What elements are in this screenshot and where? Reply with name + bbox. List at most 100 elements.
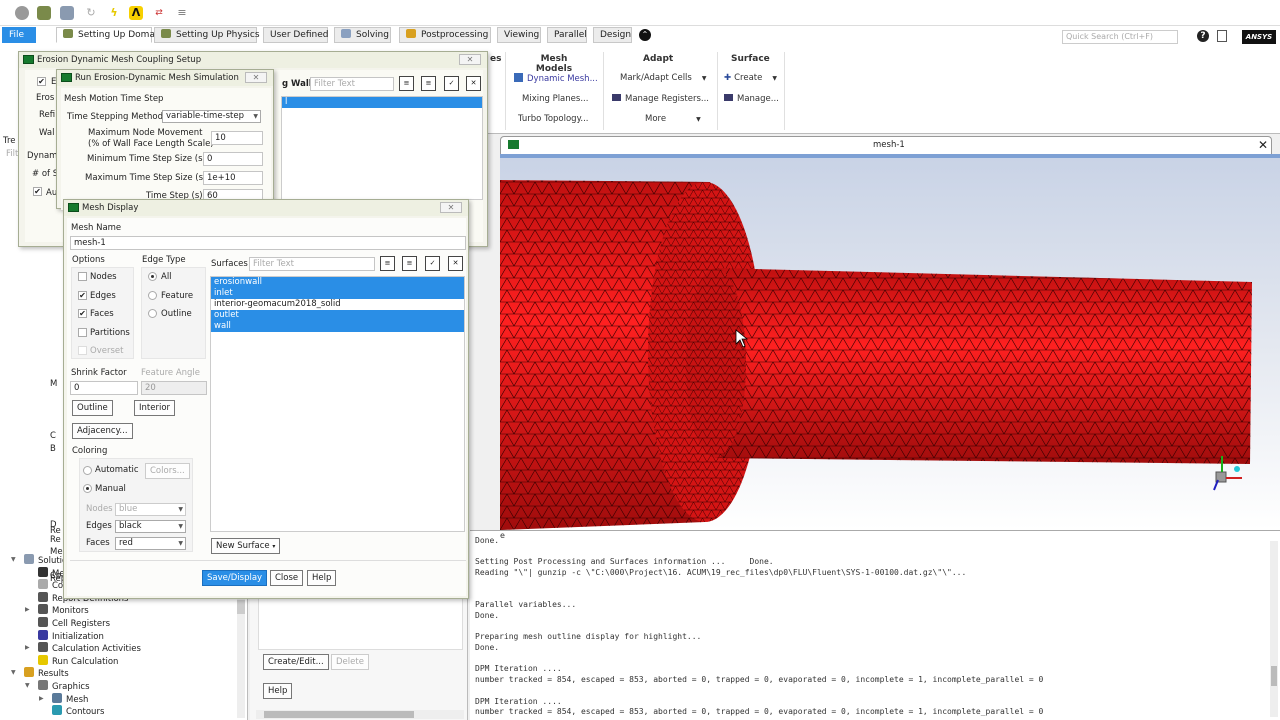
parallel-icon[interactable]: ⇄: [152, 6, 166, 20]
close-graphics-icon[interactable]: ✕: [1258, 138, 1268, 152]
edge-type-all-radio[interactable]: [148, 272, 157, 281]
tree-filter-partial[interactable]: Filt: [6, 149, 18, 159]
close-icon[interactable]: ✕: [245, 72, 267, 83]
tree-item-results[interactable]: Results: [24, 667, 69, 679]
max-node-movement-input[interactable]: 10: [211, 131, 263, 145]
lightning-icon[interactable]: ϟ: [107, 6, 121, 20]
tree-item-partial[interactable]: Me: [50, 547, 63, 557]
option-partitions-checkbox[interactable]: [78, 327, 87, 337]
graphics-tab[interactable]: mesh-1: [500, 136, 1272, 154]
manage-registers-button[interactable]: Manage Registers...: [612, 94, 709, 104]
collapse-ribbon-icon[interactable]: ⌃: [639, 29, 651, 41]
tab-design[interactable]: Design: [593, 27, 632, 43]
tree-item-run-calculation[interactable]: Run Calculation: [38, 654, 118, 667]
create-surface-button[interactable]: ✚ Create ▼: [724, 73, 777, 83]
tab-solving[interactable]: Solving: [334, 27, 391, 43]
edge-type-feature-radio[interactable]: [148, 290, 157, 300]
shrink-factor-input[interactable]: 0: [70, 381, 138, 395]
expand-arrow-icon[interactable]: ▼: [11, 669, 16, 676]
tree-item-partial[interactable]: C: [50, 431, 56, 441]
console-scrollbar[interactable]: [1270, 541, 1278, 717]
max-time-step-input[interactable]: 1e+10: [203, 171, 263, 185]
min-time-step-input[interactable]: 0: [203, 152, 263, 166]
option-edges-checkbox[interactable]: ✔: [78, 290, 87, 300]
menu-lines-icon[interactable]: ≡: [175, 6, 189, 20]
collapse-arrow-icon[interactable]: ▶: [25, 606, 30, 613]
option-faces-checkbox[interactable]: ✔: [78, 309, 87, 319]
sphere-icon[interactable]: [15, 6, 29, 20]
mesh-settings-icon[interactable]: [37, 6, 51, 20]
select-all-icon[interactable]: ✓: [425, 256, 440, 271]
tree-item-initialization[interactable]: Initialization: [38, 629, 104, 642]
console-panel[interactable]: e Done. Setting Post Processing and Surfa…: [470, 530, 1280, 720]
surface-list-item[interactable]: wall: [211, 321, 464, 332]
tree-item-partial[interactable]: Re: [50, 535, 61, 545]
tree-item-partial[interactable]: M: [50, 379, 57, 389]
tab-user-defined[interactable]: User Defined: [263, 27, 328, 43]
select-all-icon[interactable]: ✓: [444, 76, 459, 91]
manage-surface-button[interactable]: Manage...: [724, 94, 779, 104]
list-item[interactable]: l: [282, 97, 482, 108]
tree-scrollbar[interactable]: [237, 590, 245, 718]
refresh-icon[interactable]: ↻: [84, 6, 98, 20]
help-button[interactable]: Help: [307, 570, 337, 586]
list-all-icon[interactable]: ≡: [402, 256, 417, 271]
filter-settings-icon[interactable]: ≡: [399, 76, 414, 91]
tab-parallel[interactable]: Parallel: [547, 27, 587, 43]
collapse-arrow-icon[interactable]: ▶: [25, 644, 30, 651]
filter-settings-icon[interactable]: ≡: [380, 256, 395, 271]
close-button[interactable]: Close: [270, 570, 304, 586]
faces-color-select[interactable]: red ▼: [115, 537, 186, 550]
checkbox-icon[interactable]: ✔: [33, 187, 42, 196]
tab-viewing[interactable]: Viewing: [497, 27, 541, 43]
walls-filter-input[interactable]: Filter Text: [310, 77, 394, 91]
tree-item-mesh[interactable]: Mesh: [52, 692, 88, 705]
tree-item-contours[interactable]: Contours: [52, 705, 104, 717]
close-icon[interactable]: ✕: [459, 54, 481, 65]
adjacency-button[interactable]: Adjacency...: [72, 423, 133, 439]
mesh-name-input[interactable]: mesh-1: [70, 236, 466, 250]
surfaces-filter-input[interactable]: Filter Text: [249, 257, 375, 271]
task-hscroll-thumb[interactable]: [264, 711, 414, 718]
dynamic-mesh-button[interactable]: Dynamic Mesh...: [514, 73, 598, 84]
surfaces-list[interactable]: erosionwall inlet interior-geomacum2018_so…: [210, 276, 465, 532]
collapse-arrow-icon[interactable]: ▶: [39, 695, 44, 702]
layout-icon[interactable]: [1217, 30, 1227, 42]
expand-arrow-icon[interactable]: ▼: [25, 682, 30, 689]
task-help-button[interactable]: Help: [263, 683, 293, 699]
option-nodes-checkbox[interactable]: [78, 272, 87, 281]
surface-list-item[interactable]: outlet: [211, 310, 464, 321]
dialog-title-bar[interactable]: Erosion Dynamic Mesh Coupling Setup: [19, 52, 487, 68]
tab-file[interactable]: File: [2, 27, 36, 43]
list-all-icon[interactable]: ≡: [421, 76, 436, 91]
mixing-planes-button[interactable]: Mixing Planes...: [522, 94, 588, 104]
surface-list-item[interactable]: inlet: [211, 288, 464, 299]
tree-item-calculation-activities[interactable]: Calculation Activities: [38, 642, 141, 654]
time-stepping-method-select[interactable]: variable-time-step ▼: [162, 110, 261, 123]
deselect-all-icon[interactable]: ✕: [448, 256, 463, 271]
solver-icon[interactable]: [60, 6, 74, 20]
surface-list-item[interactable]: interior-geomacum2018_solid: [211, 299, 464, 310]
console-scroll-thumb[interactable]: [1271, 666, 1277, 686]
outline-button[interactable]: Outline: [72, 400, 113, 416]
ansys-a-icon[interactable]: Λ: [129, 6, 143, 20]
quick-search-input[interactable]: Quick Search (Ctrl+F): [1062, 30, 1178, 44]
mark-adapt-cells-button[interactable]: Mark/Adapt Cells ▼: [620, 73, 706, 83]
edges-color-select[interactable]: black ▼: [115, 520, 186, 533]
automatic-radio[interactable]: [83, 466, 92, 475]
tree-item-cell-registers[interactable]: Cell Registers: [38, 617, 110, 629]
create-edit-button[interactable]: Create/Edit...: [263, 654, 329, 670]
tree-item-graphics[interactable]: Graphics: [38, 680, 90, 692]
new-surface-button[interactable]: New Surface ▾: [211, 538, 281, 554]
save-display-button[interactable]: Save/Display: [202, 570, 268, 586]
turbo-topology-button[interactable]: Turbo Topology...: [518, 114, 589, 124]
manual-radio[interactable]: [83, 484, 92, 493]
surface-list-item[interactable]: erosionwall: [211, 277, 464, 288]
tree-item-monitors[interactable]: Monitors: [38, 604, 89, 616]
more-button[interactable]: More ▼: [645, 114, 701, 124]
tree-scroll-thumb[interactable]: [237, 600, 245, 614]
tab-setting-up-physics[interactable]: Setting Up Physics: [154, 27, 260, 43]
graphics-viewport[interactable]: [500, 158, 1280, 530]
deselect-all-icon[interactable]: ✕: [466, 76, 481, 91]
tab-postprocessing[interactable]: Postprocessing: [399, 27, 491, 43]
